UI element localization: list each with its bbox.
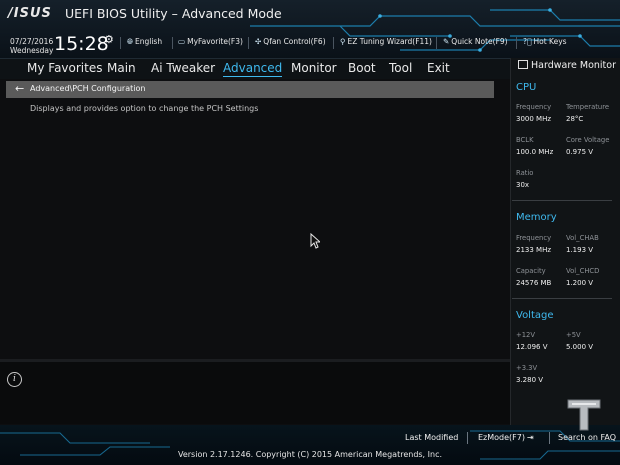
- quick-note-label: Quick Note(F9): [451, 37, 508, 46]
- clock-time: 15:28: [54, 33, 109, 55]
- cpu-temperature-label: Temperature: [566, 103, 610, 111]
- core-voltage-value: 0.975 V: [566, 148, 594, 156]
- v12-label: +12V: [516, 331, 535, 339]
- ratio-value: 30x: [516, 181, 530, 189]
- date-text: 07/27/2016: [10, 37, 54, 46]
- v5-label: +5V: [566, 331, 581, 339]
- cpu-heading: CPU: [516, 82, 537, 93]
- site-logo-watermark: [567, 399, 601, 431]
- vol-chab-label: Vol_CHAB: [566, 234, 599, 242]
- bclk-label: BCLK: [516, 136, 534, 144]
- asus-logo: /ISUS: [8, 6, 52, 21]
- memory-frequency-label: Frequency: [516, 234, 552, 242]
- myfavorite-label: MyFavorite(F3): [187, 37, 243, 46]
- last-modified-button[interactable]: Last Modified: [405, 433, 458, 442]
- quick-note-button[interactable]: ✎ Quick Note(F9): [443, 37, 508, 46]
- exit-arrow-icon: ⇥: [526, 433, 534, 442]
- note-icon: ✎: [443, 37, 450, 46]
- fan-icon: ✣: [255, 37, 262, 46]
- tab-boot[interactable]: Boot: [348, 61, 376, 75]
- tab-ai-tweaker[interactable]: Ai Tweaker: [151, 61, 215, 75]
- tab-advanced[interactable]: Advanced: [223, 61, 283, 77]
- cpu-frequency-value: 3000 MHz: [516, 115, 552, 123]
- cpu-temperature-value: 28°C: [566, 115, 584, 123]
- hardware-monitor-title: Hardware Monitor: [518, 60, 616, 71]
- footer-divider: [467, 432, 468, 444]
- ezmode-button[interactable]: EzMode(F7) ⇥: [478, 433, 534, 442]
- header-divider: [120, 37, 121, 49]
- ez-tuning-wizard-button[interactable]: ⚲ EZ Tuning Wizard(F11): [340, 37, 432, 46]
- mouse-cursor-icon: [310, 233, 320, 249]
- hot-keys-button[interactable]: ?⃝ Hot Keys: [523, 37, 567, 46]
- header-divider: [248, 37, 249, 49]
- tab-monitor[interactable]: Monitor: [291, 61, 337, 75]
- footer-divider: [549, 432, 550, 444]
- tab-tool[interactable]: Tool: [389, 61, 412, 75]
- bclk-value: 100.0 MHz: [516, 148, 554, 156]
- info-icon: i: [7, 372, 22, 387]
- tab-main[interactable]: Main: [107, 61, 136, 75]
- tab-exit[interactable]: Exit: [427, 61, 450, 75]
- myfavorite-button[interactable]: ▭ MyFavorite(F3): [178, 37, 243, 46]
- vol-chcd-label: Vol_CHCD: [566, 267, 600, 275]
- v33-value: 3.280 V: [516, 376, 544, 384]
- main-menu-tabs: My Favorites Main Ai Tweaker Advanced Mo…: [0, 58, 510, 79]
- search-faq-button[interactable]: Search on FAQ: [558, 433, 616, 442]
- gear-icon[interactable]: ⚙: [104, 33, 114, 46]
- globe-icon: 🌐︎: [127, 37, 133, 46]
- date-display: 07/27/2016 Wednesday: [10, 37, 53, 55]
- wizard-icon: ⚲: [340, 37, 346, 46]
- section-divider: [512, 200, 612, 201]
- tab-my-favorites[interactable]: My Favorites: [27, 61, 102, 75]
- language-label: English: [135, 37, 163, 46]
- header-divider: [172, 37, 173, 49]
- v5-value: 5.000 V: [566, 343, 594, 351]
- monitor-icon: [518, 60, 528, 69]
- memory-frequency-value: 2133 MHz: [516, 246, 552, 254]
- language-button[interactable]: 🌐︎ English: [127, 37, 162, 47]
- qfan-control-button[interactable]: ✣ Qfan Control(F6): [255, 37, 326, 46]
- memory-heading: Memory: [516, 212, 557, 223]
- header-divider: [516, 37, 517, 49]
- circuit-decoration: [250, 8, 620, 52]
- weekday-text: Wednesday: [10, 46, 54, 55]
- version-text: Version 2.17.1246. Copyright (C) 2015 Am…: [177, 450, 443, 459]
- favorite-icon: ▭: [178, 37, 186, 46]
- app-title: UEFI BIOS Utility – Advanced Mode: [65, 6, 282, 21]
- v12-value: 12.096 V: [516, 343, 548, 351]
- help-panel: [0, 362, 510, 424]
- capacity-label: Capacity: [516, 267, 546, 275]
- qfan-label: Qfan Control(F6): [263, 37, 326, 46]
- hot-keys-label: Hot Keys: [533, 37, 567, 46]
- v33-label: +3.3V: [516, 364, 538, 372]
- core-voltage-label: Core Voltage: [566, 136, 610, 144]
- vol-chcd-value: 1.200 V: [566, 279, 594, 287]
- ez-tuning-label: EZ Tuning Wizard(F11): [347, 37, 432, 46]
- capacity-value: 24576 MB: [516, 279, 552, 287]
- hardware-monitor-label: Hardware Monitor: [531, 60, 616, 71]
- breadcrumb-back-bar[interactable]: ← Advanced\PCH Configuration: [6, 81, 494, 98]
- ratio-label: Ratio: [516, 169, 534, 177]
- voltage-heading: Voltage: [516, 310, 554, 321]
- back-arrow-icon[interactable]: ←: [15, 82, 24, 95]
- page-description: Displays and provides option to change t…: [30, 104, 259, 113]
- header-divider: [436, 37, 437, 49]
- help-icon: ?⃝: [523, 37, 532, 46]
- breadcrumb: Advanced\PCH Configuration: [30, 84, 146, 93]
- ezmode-label: EzMode(F7): [478, 433, 525, 442]
- footer-circuit-decoration: [0, 430, 620, 460]
- header-divider: [333, 37, 334, 49]
- cpu-frequency-label: Frequency: [516, 103, 552, 111]
- vol-chab-value: 1.193 V: [566, 246, 594, 254]
- section-divider: [512, 298, 612, 299]
